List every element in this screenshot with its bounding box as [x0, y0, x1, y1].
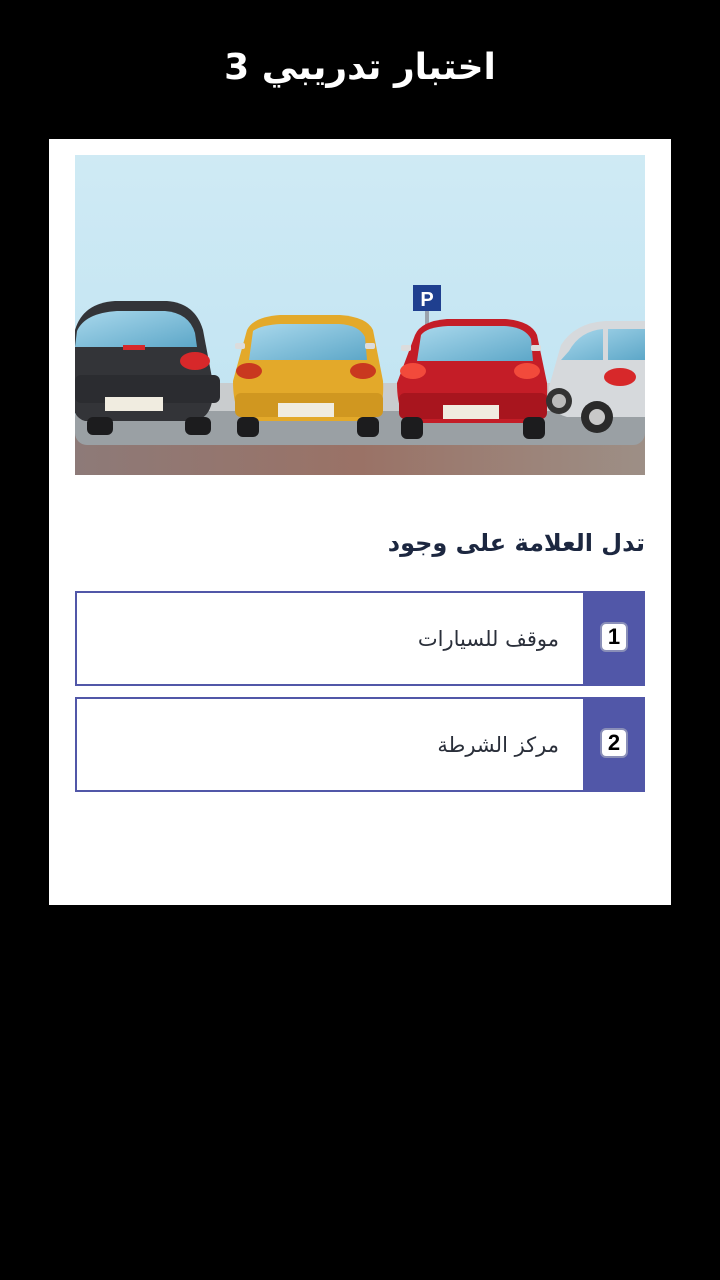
question-card: P تدل العلامة على وجود 1 موقف للسيارات 2… [49, 139, 671, 905]
answer-option-2[interactable]: 2 مركز الشرطة [75, 697, 645, 792]
svg-text:P: P [420, 289, 433, 311]
answer-number-badge: 1 [600, 622, 628, 652]
red-car-icon [397, 319, 548, 439]
answer-option-1[interactable]: 1 موقف للسيارات [75, 591, 645, 686]
question-image: P [75, 155, 645, 475]
answer-number-badge: 2 [600, 728, 628, 758]
black-car-icon [75, 301, 220, 435]
answer-label: مركز الشرطة [437, 732, 559, 757]
answer-number-box: 1 [583, 593, 643, 684]
answer-label: موقف للسيارات [417, 626, 559, 651]
page-title: اختبار تدريبي 3 [224, 47, 496, 88]
answer-number-box: 2 [583, 699, 643, 790]
question-text: تدل العلامة على وجود [387, 529, 645, 557]
yellow-car-icon [233, 315, 384, 437]
